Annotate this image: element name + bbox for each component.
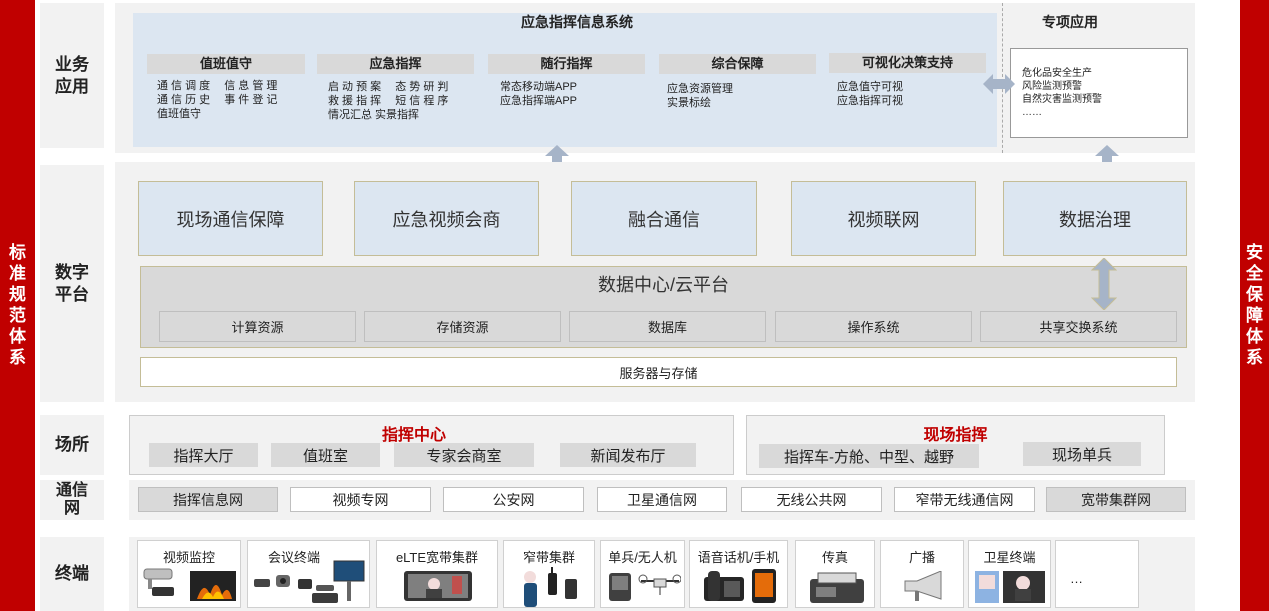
special-apps-box: 危化品安全生产 风险监测预警 自然灾害监测预警 …… [1010,48,1188,138]
layer-digital-text: 数字平台 [55,262,89,304]
emergency-system-title: 应急指挥信息系统 [521,14,633,30]
special-item-1: 危化品安全生产 [1022,68,1092,79]
security-system-label: 安全保障体系 [1246,242,1263,368]
network-police: 公安网 [443,487,584,512]
venue-expert-room: 专家会商室 [394,443,534,467]
terminal-broadcast: 广播 [880,540,964,608]
visual-line-2: 应急指挥可视 [837,95,903,107]
support-line-2: 实景标绘 [667,97,711,109]
security-system-bar: 安全保障体系 [1240,0,1269,611]
special-item-2: 风险监测预警 [1022,81,1082,92]
special-app-title: 专项应用 [1042,14,1098,30]
terminal-elte: eLTE宽带集群 [376,540,498,608]
resource-storage: 存储资源 [364,311,561,342]
terminal-label: 传真 [821,550,848,565]
phone-icon [704,569,776,603]
terminal-label: 单兵/无人机 [608,550,677,565]
loudspeaker-icon [904,571,942,601]
visual-line-1: 应急值守可视 [837,81,903,93]
special-item-3: 自然灾害监测预警 [1022,94,1102,105]
layer-network-text: 通信网 [55,482,88,517]
network-command-info: 指挥信息网 [138,487,278,512]
terminal-fax: 传真 [795,540,875,608]
terminal-label: 卫星终端 [983,550,1036,565]
conference-equipment-icon [254,560,365,603]
terminal-label: eLTE宽带集群 [395,550,479,565]
datacenter-title: 数据中心/云平台 [597,275,729,295]
satellite-terminal-icon [975,571,1045,603]
venue-command-hall: 指挥大厅 [149,443,258,467]
standards-system-bar: 标准规范体系 [0,0,35,611]
drone-icon [609,573,681,601]
terminal-video-surveillance: 视频监控 [137,540,241,608]
special-item-4: …… [1022,107,1042,118]
platform-box-video-consult: 应急视频会商 [354,181,539,256]
terminal-voice-phone: 语音话机/手机 [689,540,788,608]
category-mobile-items: 常态移动端APP 应急指挥端APP [500,80,640,108]
category-duty-items: 通 信 调 度 信 息 管 理 通 信 历 史 事 件 登 记 值班值守 [157,79,307,121]
resource-compute: 计算资源 [159,311,356,342]
terminal-label: 视频监控 [162,550,215,565]
fax-icon [810,572,864,603]
terminal-label: 窄带集群 [522,550,575,565]
terminal-narrowband: 窄带集群 [503,540,595,608]
terminal-soldier-drone: 单兵/无人机 [600,540,685,608]
venue-field-soldier: 现场单兵 [1023,442,1141,466]
platform-box-video-network: 视频联网 [791,181,976,256]
category-duty: 值班值守 [147,54,305,74]
platform-box-field-comm: 现场通信保障 [138,181,323,256]
category-visual-items: 应急值守可视 应急指挥可视 [837,80,977,108]
network-narrowband: 窄带无线通信网 [894,487,1035,512]
category-mobile: 随行指挥 [488,54,645,74]
category-support: 综合保障 [659,54,816,74]
duty-line-3: 值班值守 [157,108,201,120]
duty-line-1: 通 信 调 度 信 息 管 理 [157,80,278,92]
layer-label-terminal: 终端 [40,537,104,611]
platform-box-converged-comm: 融合通信 [571,181,757,256]
terminal-label: 语音话机/手机 [697,550,780,565]
radio-person-icon [524,567,577,607]
command-line-1: 启 动 预 案 态 势 研 判 [328,81,449,93]
network-broadband-cluster: 宽带集群网 [1046,487,1186,512]
command-center-title: 指挥中心 [381,427,446,444]
tablet-device-icon [404,571,472,601]
network-satellite: 卫星通信网 [597,487,727,512]
layer-terminal-text: 终端 [55,564,89,583]
mobile-line-1: 常态移动端APP [500,81,578,93]
category-support-items: 应急资源管理 实景标绘 [667,82,807,110]
category-command-items: 启 动 预 案 态 势 研 判 救 援 指 挥 短 信 程 序 情况汇总 实景指… [328,80,478,122]
support-line-1: 应急资源管理 [667,83,733,95]
layer-label-digital: 数字平台 [40,165,104,402]
command-line-2: 救 援 指 挥 短 信 程 序 [328,95,449,107]
network-wireless-public: 无线公共网 [741,487,882,512]
category-command: 应急指挥 [317,54,474,74]
layer-business-text: 业务应用 [55,54,89,96]
vertical-double-arrow-icon [1091,258,1117,310]
network-video-private: 视频专网 [290,487,431,512]
terminal-meeting: 会议终端 [247,540,370,608]
layer-label-venue: 场所 [40,415,104,475]
resource-database: 数据库 [569,311,766,342]
horizontal-double-arrow-icon [983,74,1015,94]
venue-press-hall: 新闻发布厅 [560,443,696,467]
server-storage-box: 服务器与存储 [140,357,1177,387]
duty-line-2: 通 信 历 史 事 件 登 记 [157,94,278,106]
layer-label-network: 通信网 [40,480,104,520]
terminal-label: 广播 [908,550,935,565]
platform-box-data-governance: 数据治理 [1003,181,1187,256]
camera-icon [143,568,236,601]
terminal-satellite: 卫星终端 [968,540,1051,608]
mobile-line-2: 应急指挥端APP [500,95,578,107]
layer-venue-text: 场所 [55,435,89,454]
terminal-label: … [1070,571,1083,586]
layer-label-business: 业务应用 [40,3,104,148]
standards-system-label: 标准规范体系 [9,242,26,368]
venue-command-vehicle: 指挥车-方舱、中型、越野 [759,444,979,468]
resource-os: 操作系统 [775,311,972,342]
resource-exchange: 共享交换系统 [980,311,1177,342]
category-visual: 可视化决策支持 [829,53,986,73]
venue-duty-room: 值班室 [271,443,380,467]
terminal-more: … [1055,540,1139,608]
command-line-3: 情况汇总 实景指挥 [328,109,420,121]
